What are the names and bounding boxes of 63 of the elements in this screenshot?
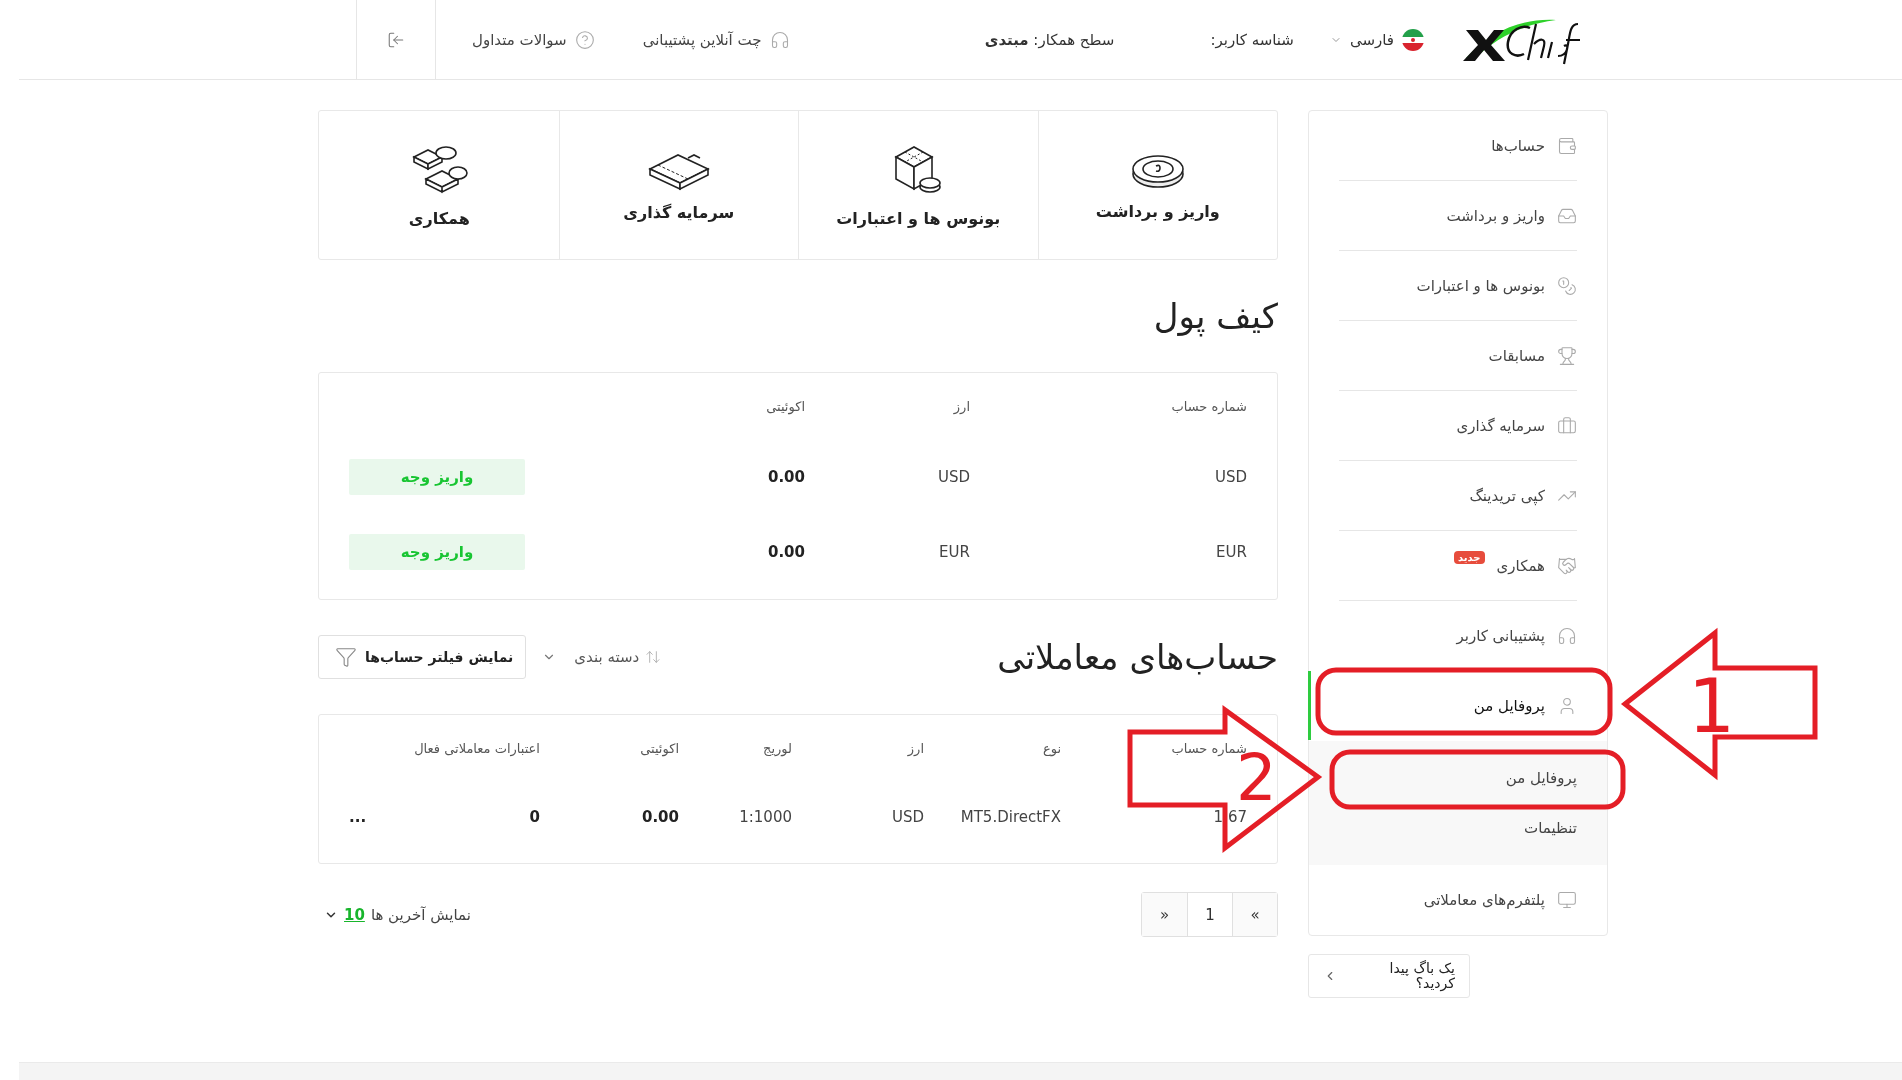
sort-dropdown[interactable]: دسته بندی — [536, 647, 668, 667]
sidebar-item-icon — [1557, 415, 1577, 436]
sidebar-item-icon — [1557, 345, 1577, 366]
faq-link[interactable]: سوالات متداول — [472, 29, 595, 50]
filter-icon — [335, 646, 357, 668]
sidebar-item-icon — [1557, 625, 1577, 646]
table-cell-text: 1 67 — [1212, 808, 1247, 826]
sidebar-item[interactable]: حساب‌ها — [1339, 111, 1577, 181]
language-selector[interactable]: فارسی — [1349, 30, 1394, 49]
column-header: اکوئیتی — [639, 740, 679, 756]
section-title: کیف پول — [1153, 296, 1278, 336]
table-cell-text: 0.00 — [641, 808, 679, 826]
report-bug-button[interactable]: یک باگ پیدا کردید؟ — [1308, 954, 1470, 998]
sidebar-item-icon — [1557, 555, 1577, 576]
sidebar-item[interactable]: سرمایه گذاری — [1339, 391, 1577, 461]
submenu-item[interactable]: پروفایل من — [1339, 753, 1577, 803]
quick-link-card[interactable]: واریز و برداشت — [1037, 111, 1277, 259]
table-cell-text: MT5.DirectFX — [959, 808, 1061, 826]
table-cell-text: 0.00 — [767, 542, 805, 561]
table-cell-text: USD — [890, 808, 924, 826]
sidebar-item[interactable]: پشتیبانی کاربر — [1339, 601, 1577, 671]
sidebar-item[interactable]: پلتفرم‌های معاملاتی — [1339, 865, 1577, 935]
more-menu[interactable]: ... — [349, 808, 367, 826]
sidebar-item[interactable]: کپی تریدینگ — [1339, 461, 1577, 531]
user-id-label: شناسه کاربر: — [1210, 30, 1294, 49]
sort-icon — [645, 649, 662, 665]
headset-icon — [769, 29, 790, 50]
table-cell-text: EUR — [938, 542, 970, 561]
sidebar-item-icon — [1557, 275, 1577, 296]
quick-link-card[interactable]: بونوس ها و اعتبارات — [798, 111, 1038, 259]
column-header: اکوئیتی — [765, 398, 805, 414]
sidebar-item-icon — [1557, 135, 1577, 156]
previous-page-button[interactable]: « — [1142, 893, 1187, 936]
filter-button[interactable]: نمایش فیلتر حساب‌ها — [318, 635, 527, 679]
column-header: شماره حساب — [1170, 398, 1247, 414]
quick-link-card[interactable]: همکاری — [319, 111, 559, 259]
quick-link-card[interactable]: سرمایه گذاری — [558, 111, 798, 259]
table-cell-text: USD — [936, 467, 970, 486]
help-icon — [574, 29, 595, 50]
table-cell-text: USD — [1213, 467, 1247, 486]
column-header: نوع — [1041, 740, 1061, 756]
table-cell-text: EUR — [1215, 542, 1247, 561]
sidebar-item-icon — [1557, 889, 1577, 910]
flag-icon — [1402, 28, 1424, 51]
new-badge: جدید — [1454, 551, 1485, 564]
sidebar-item[interactable]: بونوس ها و اعتبارات — [1339, 251, 1577, 321]
table-cell-text: 0 — [528, 808, 540, 826]
column-header: اعتبارات معاملاتی فعال — [413, 740, 540, 756]
table-cell-text: 1:1000 — [738, 808, 792, 826]
logout-icon — [387, 30, 405, 49]
column-header: ارز — [906, 740, 924, 756]
column-header: ارز — [952, 398, 970, 414]
annotation-number: 1 — [1688, 663, 1736, 749]
sidebar-item[interactable]: همکاری جدید — [1339, 531, 1577, 601]
sidebar-item[interactable]: واریز و برداشت — [1339, 181, 1577, 251]
section-title: حساب‌های معاملاتی — [997, 637, 1278, 677]
column-header: لوریج — [762, 740, 792, 756]
submenu-item[interactable]: تنظیمات — [1339, 803, 1577, 853]
next-page-button[interactable]: » — [1232, 893, 1277, 936]
partner-level: سطح همکار: مبتدی — [984, 30, 1115, 49]
sidebar-item[interactable]: مسابقات — [1339, 321, 1577, 391]
table-cell-text: 0.00 — [767, 467, 805, 486]
support-chat-link[interactable]: چت آنلاین پشتیبانی — [642, 29, 790, 50]
